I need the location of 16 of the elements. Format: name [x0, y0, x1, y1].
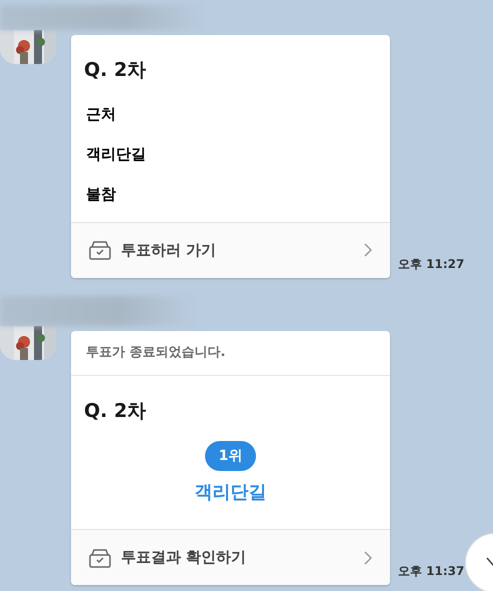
poll-question: Q. 2차: [84, 398, 148, 424]
poll-option: 객리단길: [86, 142, 375, 164]
poll-option: 불참: [86, 182, 375, 204]
ballot-box-icon: [89, 240, 111, 260]
poll-action-button[interactable]: 투표결과 확인하기: [71, 529, 390, 585]
winning-option: 객리단길: [194, 479, 266, 506]
poll-status: 투표가 종료되었습니다.: [86, 344, 226, 362]
rank-badge: 1위: [204, 441, 256, 471]
poll-action-button[interactable]: 투표하러 가기: [71, 222, 390, 278]
message-time: 오후 11:37: [398, 563, 464, 580]
chevron-right-icon: [364, 243, 372, 257]
ballot-box-icon: [89, 548, 111, 568]
message-time: 오후 11:27: [398, 256, 464, 272]
poll-question: Q. 2차: [84, 58, 148, 83]
chevron-right-icon: [364, 550, 372, 564]
poll-option: 근처: [86, 102, 375, 124]
